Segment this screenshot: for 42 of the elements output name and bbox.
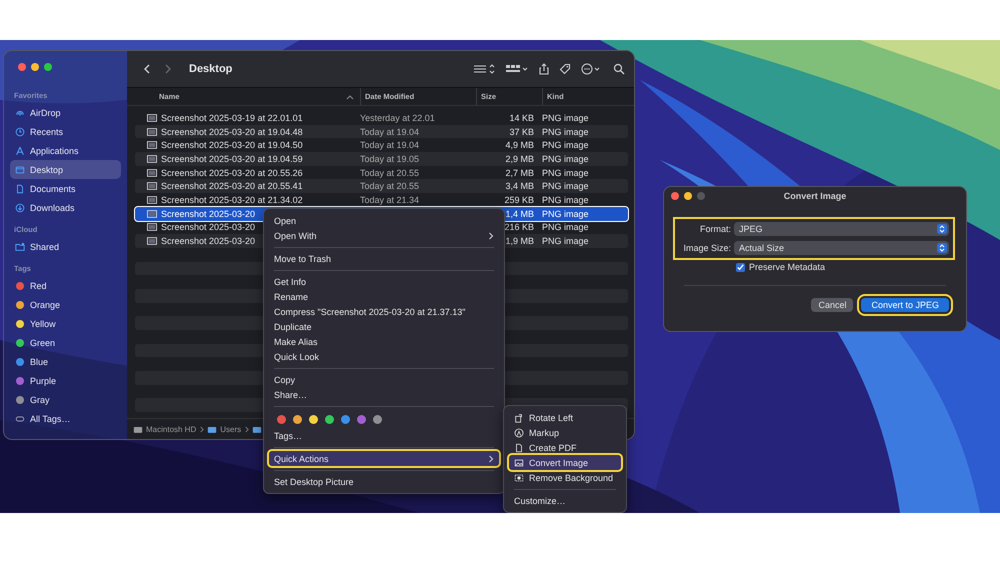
file-kind: PNG image <box>542 194 589 205</box>
file-size: 216 KB <box>504 222 534 232</box>
file-kind: PNG image <box>542 140 589 150</box>
file-kind: PNG image <box>542 181 589 192</box>
file-size: 2,7 MB <box>505 168 534 178</box>
window-title: Desktop <box>189 63 232 75</box>
file-kind: PNG image <box>542 126 589 137</box>
date-modified: Today at 19.04 <box>360 140 420 150</box>
dialog-title: Convert Image <box>784 191 846 201</box>
file-name: Screenshot 2025-03-20 <box>161 208 256 219</box>
file-kind: PNG image <box>542 154 589 164</box>
file-name: Screenshot 2025-03-20 at 20.55.26 <box>161 168 303 178</box>
file-name: Screenshot 2025-03-20 at 19.04.59 <box>161 154 303 164</box>
date-modified: Today at 20.55 <box>360 181 420 192</box>
field-label: Format: <box>698 224 731 234</box>
date-modified: Today at 19.04 <box>360 126 420 137</box>
field-label: Image Size: <box>682 243 731 253</box>
file-name: Screenshot 2025-03-20 at 19.04.48 <box>161 126 303 137</box>
file-name: Screenshot 2025-03-20 <box>161 222 256 232</box>
date-modified: Today at 21.34 <box>360 194 420 205</box>
file-kind: PNG image <box>542 208 589 219</box>
file-kind: PNG image <box>542 112 589 123</box>
date-modified: Today at 19.05 <box>360 154 420 164</box>
file-name: Screenshot 2025-03-19 at 22.01.01 <box>161 112 303 123</box>
file-size: 1,9 MB <box>505 236 534 246</box>
checkbox-label: Preserve Metadata <box>749 262 826 272</box>
date-modified: Today at 20.55 <box>360 168 420 178</box>
file-kind: PNG image <box>542 168 589 178</box>
file-kind: PNG image <box>542 222 589 232</box>
date-modified: Yesterday at 22.01 <box>360 112 435 123</box>
file-size: 14 KB <box>509 112 534 123</box>
file-size: 4,9 MB <box>505 140 534 150</box>
file-size: 3,4 MB <box>505 181 534 192</box>
file-size: 259 KB <box>504 194 534 205</box>
file-name: Screenshot 2025-03-20 at 19.04.50 <box>161 140 303 150</box>
file-size: 1,4 MB <box>505 208 534 219</box>
file-name: Screenshot 2025-03-20 at 21.34.02 <box>161 194 303 205</box>
file-size: 37 KB <box>509 126 534 137</box>
file-name: Screenshot 2025-03-20 <box>161 236 256 246</box>
file-name: Screenshot 2025-03-20 at 20.55.41 <box>161 181 303 192</box>
file-kind: PNG image <box>542 236 589 246</box>
file-size: 2,9 MB <box>505 154 534 164</box>
